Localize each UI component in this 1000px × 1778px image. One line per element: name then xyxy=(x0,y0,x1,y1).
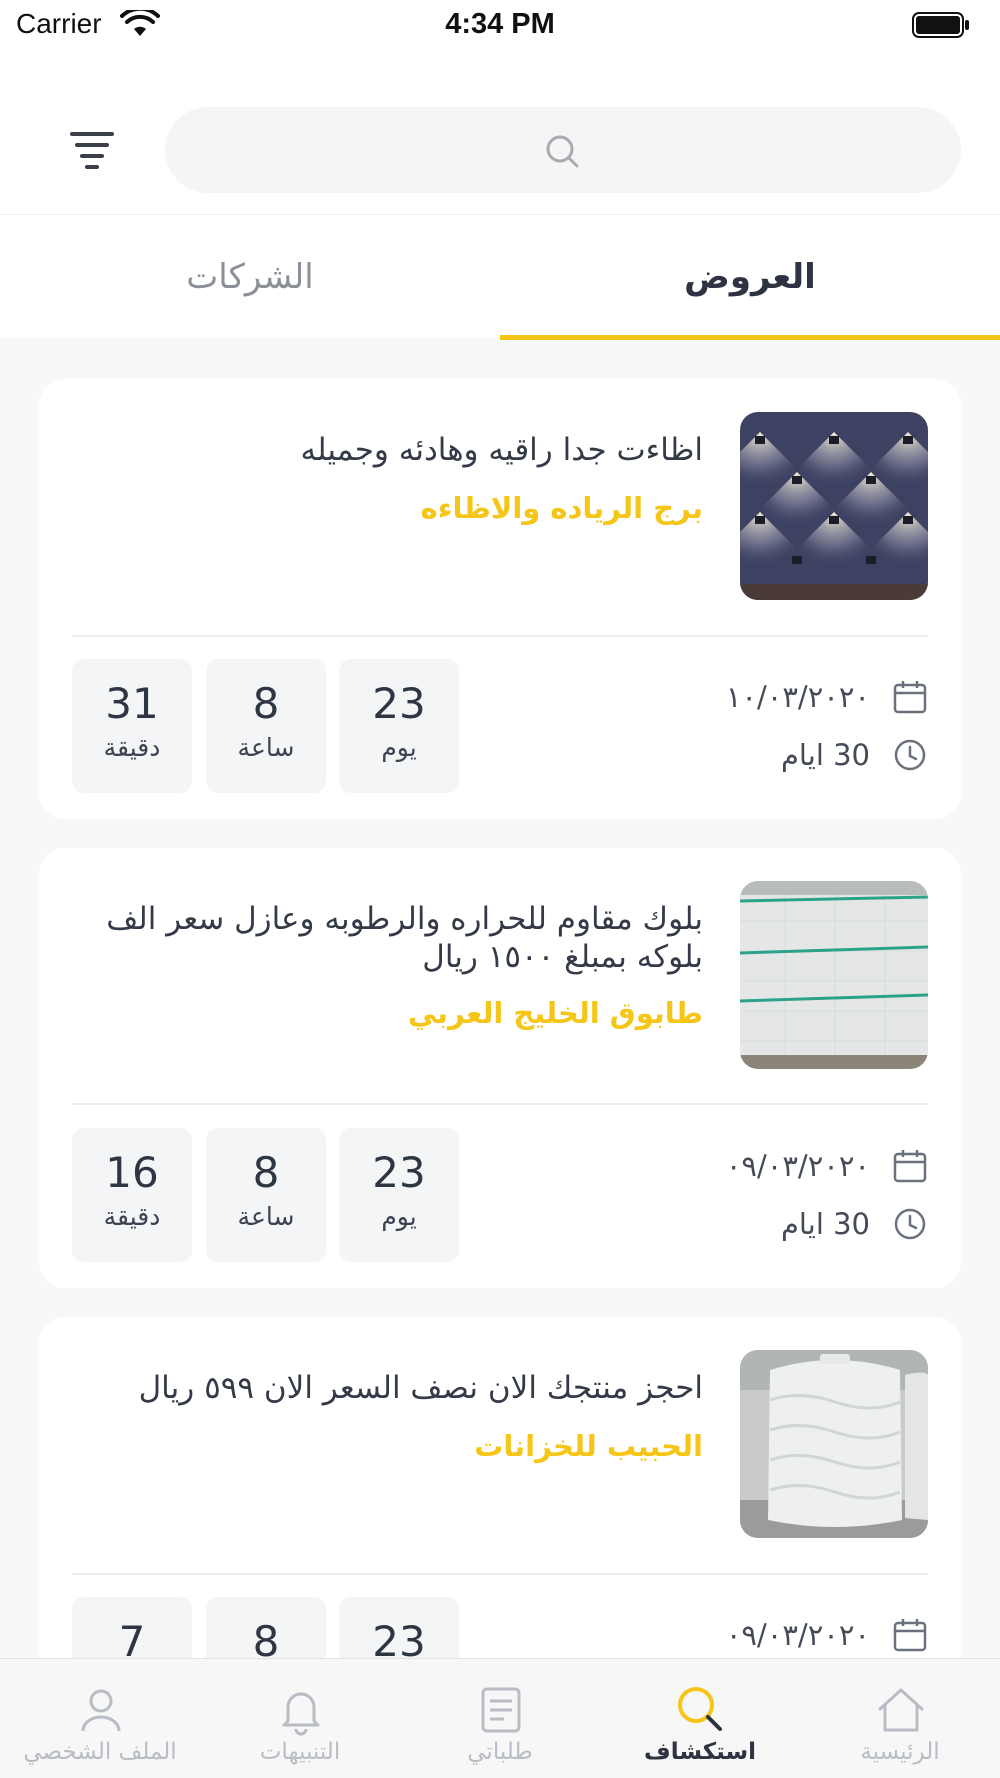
bottom-nav: الرئيسية استكشاف طلباتي التنبيهات الملف … xyxy=(0,1658,1000,1778)
divider xyxy=(72,635,928,637)
offer-date-row: ١٠/٠٣/٢٠٢٠ xyxy=(726,677,928,717)
offer-company[interactable]: الحبيب للخزانات xyxy=(83,1429,703,1463)
nav-home[interactable]: الرئيسية xyxy=(800,1659,1000,1778)
offer-card[interactable]: اظاءت جدا راقيه وهادئه وجميله برج الرياد… xyxy=(39,379,961,819)
active-tab-indicator xyxy=(500,335,1000,340)
offer-card[interactable]: بلوك مقاوم للحراره والرطوبه وعازل سعر ال… xyxy=(39,848,961,1288)
nav-home-label: الرئيسية xyxy=(860,1739,940,1765)
calendar-icon xyxy=(893,681,927,714)
offer-duration-row: 30 ايام xyxy=(781,735,928,775)
battery-icon xyxy=(912,12,969,38)
clock-icon xyxy=(894,739,926,771)
offer-company[interactable]: برج الرياده والاظاءه xyxy=(83,491,703,525)
blocks-image xyxy=(740,881,928,1069)
nav-orders[interactable]: طلباتي xyxy=(400,1659,600,1778)
offer-title: احجز منتجك الان نصف السعر الان ٥٩٩ ريال xyxy=(138,1370,703,1406)
orders-icon xyxy=(481,1687,521,1733)
nav-profile-label: الملف الشخصي xyxy=(23,1739,177,1765)
countdown-days: 23 يوم xyxy=(339,1128,459,1262)
days-label: يوم xyxy=(381,1202,417,1231)
offer-date-row: ٠٩/٠٣/٢٠٢٠ xyxy=(726,1146,928,1186)
offer-duration: 30 ايام xyxy=(780,738,870,772)
tab-companies[interactable]: الشركات xyxy=(0,215,500,339)
days-label: يوم xyxy=(381,733,417,762)
search-bar[interactable] xyxy=(165,107,961,193)
offer-duration: 30 ايام xyxy=(780,1207,870,1241)
offer-title: بلوك مقاوم للحراره والرطوبه وعازل سعر ال… xyxy=(106,901,703,975)
water-tank-image xyxy=(740,1350,928,1538)
hours-label: ساعة xyxy=(237,1202,295,1231)
hours-value: 8 xyxy=(252,679,280,728)
offer-date: ١٠/٠٣/٢٠٢٠ xyxy=(725,680,870,714)
countdown-hours: 8 ساعة xyxy=(206,1128,326,1262)
offer-duration-row: 30 ايام xyxy=(781,1204,928,1244)
divider xyxy=(72,1573,928,1575)
wall-lights-image xyxy=(740,412,928,600)
hours-value: 8 xyxy=(252,1148,280,1197)
countdown-minutes: 31 دقيقة xyxy=(72,659,192,793)
profile-icon xyxy=(81,1689,121,1732)
minutes-value: 16 xyxy=(105,1148,159,1197)
minutes-value: 31 xyxy=(105,679,159,728)
clock: 4:34 PM xyxy=(445,8,555,40)
search-input[interactable] xyxy=(165,107,961,193)
clock-icon xyxy=(894,1208,926,1240)
filter-icon[interactable] xyxy=(62,126,122,176)
countdown-hours: 8 ساعة xyxy=(206,659,326,793)
status-bar: Carrier 4:34 PM xyxy=(0,0,1000,52)
days-value: 23 xyxy=(372,679,426,728)
bell-icon xyxy=(282,1692,320,1736)
tab-offers[interactable]: العروض xyxy=(500,215,1000,339)
nav-notifications[interactable]: التنبيهات xyxy=(200,1659,400,1778)
offer-date: ٠٩/٠٣/٢٠٢٠ xyxy=(725,1149,870,1183)
nav-notifications-label: التنبيهات xyxy=(259,1739,341,1765)
offer-title: اظاءت جدا راقيه وهادئه وجميله xyxy=(300,432,703,468)
home-icon xyxy=(878,1688,924,1732)
nav-orders-label: طلباتي xyxy=(467,1739,533,1765)
minutes-label: دقيقة xyxy=(103,1202,161,1231)
countdown-minutes: 16 دقيقة xyxy=(72,1128,192,1262)
tab-bar: العروض الشركات xyxy=(0,214,1000,340)
offer-company[interactable]: طابوق الخليج العربي xyxy=(83,996,703,1030)
hours-label: ساعة xyxy=(237,733,295,762)
explore-icon xyxy=(678,1687,722,1731)
countdown-days: 23 يوم xyxy=(339,659,459,793)
divider xyxy=(72,1103,928,1105)
offer-date-row: ٠٩/٠٣/٢٠٢٠ xyxy=(726,1615,928,1655)
nav-profile[interactable]: الملف الشخصي xyxy=(0,1659,200,1778)
nav-explore-label: استكشاف xyxy=(643,1739,757,1765)
calendar-icon xyxy=(893,1150,927,1183)
offer-date: ٠٩/٠٣/٢٠٢٠ xyxy=(725,1618,870,1652)
nav-explore[interactable]: استكشاف xyxy=(600,1659,800,1778)
days-value: 23 xyxy=(372,1148,426,1197)
minutes-label: دقيقة xyxy=(103,733,161,762)
calendar-icon xyxy=(893,1619,927,1652)
